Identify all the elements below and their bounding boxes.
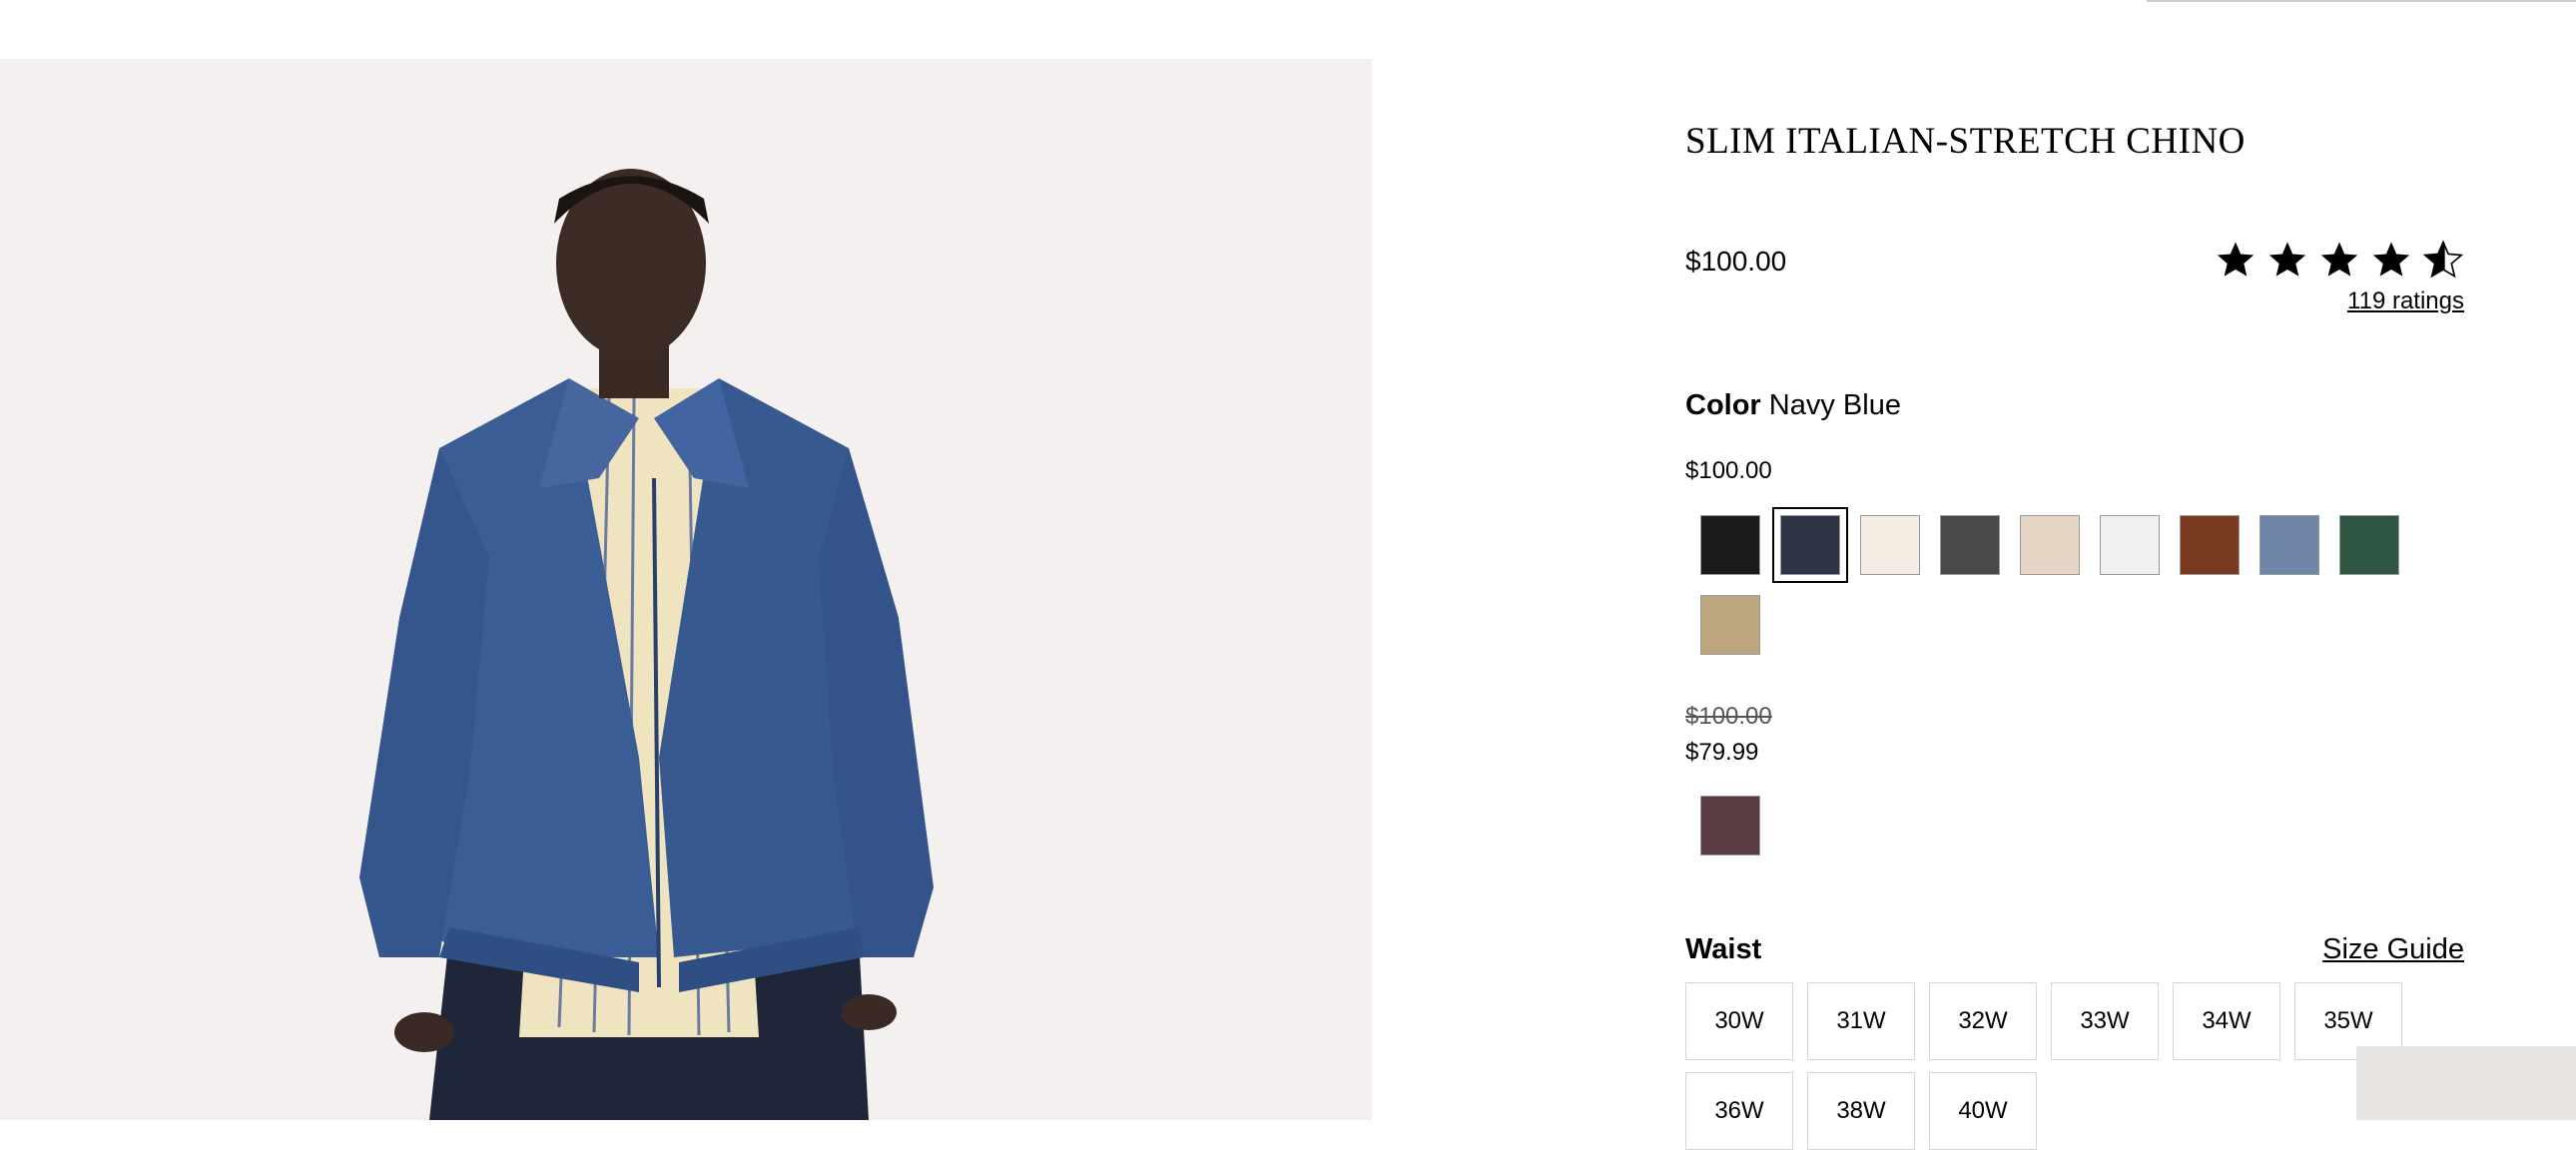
floating-panel xyxy=(2356,1046,2576,1120)
star-half-icon xyxy=(2422,240,2464,280)
star-icon xyxy=(2370,240,2412,280)
color-swatch-forest-green[interactable] xyxy=(2339,515,2399,575)
star-rating[interactable] xyxy=(2205,240,2464,280)
swatch-chip xyxy=(2020,515,2080,575)
swatch-chip xyxy=(2259,515,2319,575)
waist-size-30w[interactable]: 30W xyxy=(1685,982,1793,1060)
color-swatch-list xyxy=(1700,507,2459,655)
star-icon xyxy=(2266,240,2308,280)
swatch-chip xyxy=(1940,515,2000,575)
color-swatch-white[interactable] xyxy=(2100,515,2160,575)
waist-size-32w[interactable]: 32W xyxy=(1929,982,2037,1060)
swatch-chip xyxy=(2180,515,2240,575)
color-swatch-sand[interactable] xyxy=(2020,515,2080,575)
waist-size-36w[interactable]: 36W xyxy=(1685,1072,1793,1150)
model-photo xyxy=(359,169,934,1120)
swatch-chip xyxy=(1700,595,1760,655)
ratings-count-link[interactable]: 119 ratings xyxy=(2347,288,2464,315)
selected-color-name: Navy Blue xyxy=(1768,389,1901,421)
swatch-chip xyxy=(2100,515,2160,575)
swatch-chip xyxy=(1780,515,1840,575)
original-price: $100.00 xyxy=(1685,703,1772,730)
waist-size-40w[interactable]: 40W xyxy=(1929,1072,2037,1150)
product-price: $100.00 xyxy=(1685,246,1787,277)
color-label: Color xyxy=(1685,389,1761,421)
product-details: SLIM ITALIAN-STRETCH CHINO $100.00 119 r… xyxy=(1685,0,2464,1150)
swatch-chip xyxy=(1700,796,1760,856)
color-swatch-khaki[interactable] xyxy=(1700,595,1760,655)
color-swatch-ivory[interactable] xyxy=(1860,515,1920,575)
waist-size-list: 30W 31W 32W 33W 34W 35W 36W 38W 40W xyxy=(1685,982,2464,1150)
star-icon xyxy=(2318,240,2360,280)
color-swatch-rust[interactable] xyxy=(2180,515,2240,575)
color-swatch-black[interactable] xyxy=(1700,515,1760,575)
swatch-chip xyxy=(2339,515,2399,575)
sale-price: $79.99 xyxy=(1685,739,1759,766)
size-guide-link[interactable]: Size Guide xyxy=(2322,933,2464,966)
color-swatch-navy[interactable] xyxy=(1772,507,1848,583)
color-group-price: $100.00 xyxy=(1685,457,1772,484)
product-image[interactable] xyxy=(0,59,1372,1120)
color-swatch-plum[interactable] xyxy=(1700,796,1760,856)
waist-header: Waist Size Guide xyxy=(1685,933,2464,973)
waist-size-38w[interactable]: 38W xyxy=(1807,1072,1915,1150)
rating-block: 119 ratings xyxy=(2205,240,2464,315)
sale-swatch-list xyxy=(1700,796,2459,856)
color-swatch-charcoal[interactable] xyxy=(1940,515,2000,575)
product-title: SLIM ITALIAN-STRETCH CHINO xyxy=(1685,121,2246,162)
swatch-chip xyxy=(1860,515,1920,575)
swatch-chip xyxy=(1700,515,1760,575)
waist-size-33w[interactable]: 33W xyxy=(2051,982,2159,1060)
star-icon xyxy=(2215,240,2256,280)
color-swatch-slate-blue[interactable] xyxy=(2259,515,2319,575)
waist-label: Waist xyxy=(1685,933,1762,965)
waist-size-31w[interactable]: 31W xyxy=(1807,982,1915,1060)
waist-size-34w[interactable]: 34W xyxy=(2173,982,2280,1060)
color-selection-label: Color Navy Blue xyxy=(1685,389,1901,422)
